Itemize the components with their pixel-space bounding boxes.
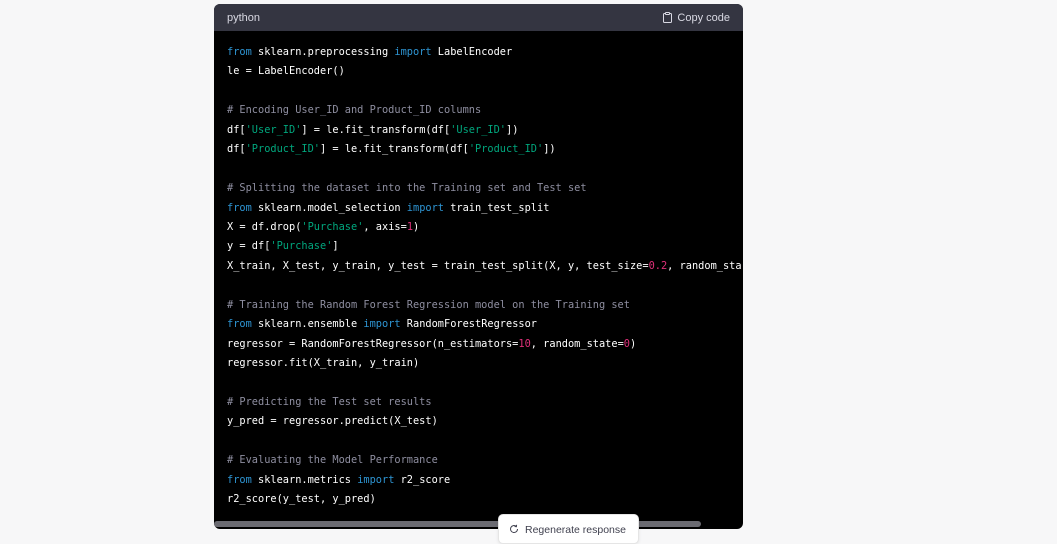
copy-code-button[interactable]: Copy code	[663, 12, 730, 24]
code-token: from	[227, 201, 252, 214]
code-token: ]	[332, 240, 339, 253]
code-token: from	[227, 46, 252, 58]
code-line: r2_score(y_test, y_pred)	[227, 490, 730, 509]
code-token: 'Purchase'	[301, 220, 364, 233]
code-token: 'User_ID'	[450, 123, 506, 136]
code-token: le = LabelEncoder()	[227, 65, 345, 78]
code-token: )	[413, 220, 420, 233]
code-line: regressor = RandomForestRegressor(n_esti…	[227, 335, 730, 354]
code-line: X_train, X_test, y_train, y_test = train…	[227, 257, 742, 276]
code-token: y = df[	[227, 240, 271, 253]
code-line: # Training the Random Forest Regression …	[227, 296, 730, 315]
code-token: r2_score(y_test, y_pred)	[227, 493, 376, 506]
code-token: X_train, X_test, y_train, y_test = train…	[227, 259, 649, 272]
code-line: y_pred = regressor.predict(X_test)	[227, 412, 730, 431]
code-token: # Encoding User_ID and Product_ID column…	[227, 104, 482, 117]
code-token: sklearn.model_selection	[251, 201, 407, 214]
code-line: X = df.drop('Purchase', axis=1)	[227, 218, 730, 237]
code-token: from	[227, 318, 252, 331]
code-token: , random_state=	[530, 337, 624, 350]
code-line: from sklearn.model_selection import trai…	[227, 199, 730, 218]
code-token: 'Product_ID'	[468, 143, 544, 156]
code-line: # Evaluating the Model Performance	[227, 451, 730, 470]
copy-code-label: Copy code	[677, 11, 730, 24]
code-line: y = df['Purchase']	[227, 237, 730, 256]
code-token: , axis=	[363, 220, 407, 233]
code-line: from sklearn.ensemble import RandomFores…	[227, 315, 730, 334]
code-token: sklearn.metrics	[251, 473, 358, 486]
code-token: ])	[543, 143, 556, 156]
code-language-label: python	[227, 11, 261, 24]
code-line: df['User_ID'] = le.fit_transform(df['Use…	[227, 121, 730, 140]
code-line: # Splitting the dataset into the Trainin…	[227, 179, 730, 198]
code-line: from sklearn.preprocessing import LabelE…	[227, 43, 730, 62]
code-token: import	[363, 318, 401, 331]
code-token: regressor = RandomForestRegressor(n_esti…	[227, 337, 519, 350]
code-header: python Copy code	[214, 4, 743, 31]
regenerate-label: Regenerate response	[525, 524, 626, 536]
code-token: df[	[227, 123, 246, 136]
code-token: sklearn.preprocessing	[251, 46, 395, 58]
code-line: # Predicting the Test set results	[227, 393, 730, 412]
code-token: train_test_split	[444, 201, 550, 214]
code-token: ] = le.fit_transform(df[	[320, 143, 469, 156]
code-token: ])	[506, 123, 519, 136]
code-line: le = LabelEncoder()	[227, 62, 730, 81]
code-token: from	[227, 473, 252, 486]
code-token: ] = le.fit_transform(df[	[301, 123, 451, 136]
regenerate-response-button[interactable]: Regenerate response	[498, 514, 639, 544]
code-token: # Training the Random Forest Regression …	[227, 298, 630, 311]
code-content[interactable]: from sklearn.preprocessing import LabelE…	[214, 31, 743, 521]
clipboard-icon	[663, 12, 673, 23]
code-block: python Copy code from sklearn.preprocess…	[214, 4, 743, 529]
code-line: # Encoding User_ID and Product_ID column…	[227, 101, 730, 120]
code-token: LabelEncoder	[431, 46, 513, 58]
code-token: 10	[518, 337, 531, 350]
code-token: regressor.fit(X_train, y_train)	[227, 357, 420, 369]
code-token: , random_sta	[667, 259, 742, 272]
code-token: 0.2	[648, 259, 668, 272]
code-token: )	[629, 337, 637, 350]
code-token: sklearn.ensemble	[251, 318, 364, 331]
code-token: import	[394, 46, 432, 58]
code-line: from sklearn.metrics import r2_score	[227, 471, 730, 490]
code-token: RandomForestRegressor	[400, 318, 537, 331]
code-token: 'Product_ID'	[245, 143, 321, 156]
code-token: # Evaluating the Model Performance	[227, 454, 438, 467]
code-line: regressor.fit(X_train, y_train)	[227, 354, 730, 373]
code-token: # Splitting the dataset into the Trainin…	[227, 182, 587, 195]
code-token: import	[406, 201, 444, 214]
code-token: X = df.drop(	[227, 220, 302, 233]
code-token: # Predicting the Test set results	[227, 395, 432, 408]
code-token: df[	[227, 143, 246, 156]
code-token: r2_score	[394, 473, 451, 486]
code-token: import	[357, 473, 395, 486]
code-token: 'Purchase'	[270, 240, 333, 253]
code-line: df['Product_ID'] = le.fit_transform(df['…	[227, 140, 730, 159]
code-token: 'User_ID'	[245, 123, 302, 136]
code-token: y_pred = regressor.predict(X_test)	[227, 415, 438, 428]
